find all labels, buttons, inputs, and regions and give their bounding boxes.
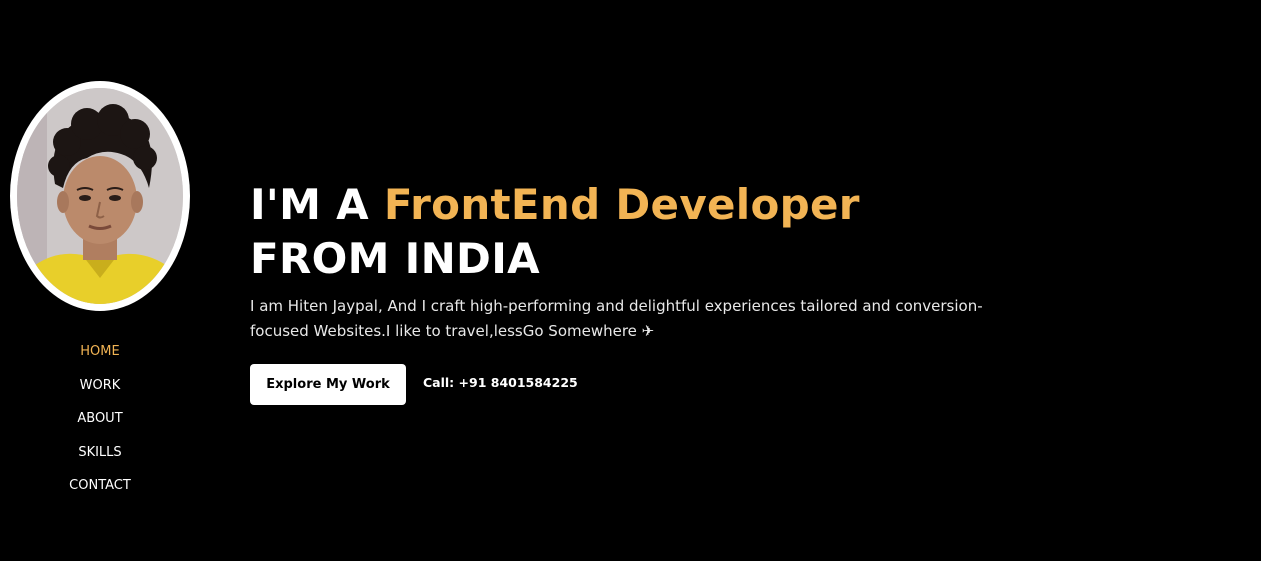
hero-section: I'M A FrontEnd Developer FROM INDIA I am… xyxy=(250,178,1010,405)
explore-work-button[interactable]: Explore My Work xyxy=(250,364,406,405)
hero-intro: I am Hiten Jaypal, And I craft high-perf… xyxy=(250,297,983,340)
nav-item-work[interactable]: WORK xyxy=(0,374,200,408)
main-nav: HOME WORK ABOUT SKILLS CONTACT xyxy=(0,340,200,508)
profile-avatar xyxy=(10,81,190,311)
profile-photo-illustration xyxy=(17,88,183,304)
nav-item-about[interactable]: ABOUT xyxy=(0,407,200,441)
hero-actions: Explore My Work Call: +91 8401584225 xyxy=(250,364,1010,405)
headline-prefix: I'M A xyxy=(250,180,384,229)
nav-item-contact[interactable]: CONTACT xyxy=(0,474,200,508)
nav-item-skills[interactable]: SKILLS xyxy=(0,441,200,475)
headline-accent: FrontEnd Developer xyxy=(383,180,860,229)
profile-photo xyxy=(17,88,183,304)
sidebar: HOME WORK ABOUT SKILLS CONTACT xyxy=(0,0,200,561)
call-phone-link[interactable]: Call: +91 8401584225 xyxy=(423,375,578,390)
hero-headline: I'M A FrontEnd Developer FROM INDIA xyxy=(250,178,1010,286)
nav-item-home[interactable]: HOME xyxy=(0,340,200,374)
headline-suffix: FROM INDIA xyxy=(250,234,540,283)
